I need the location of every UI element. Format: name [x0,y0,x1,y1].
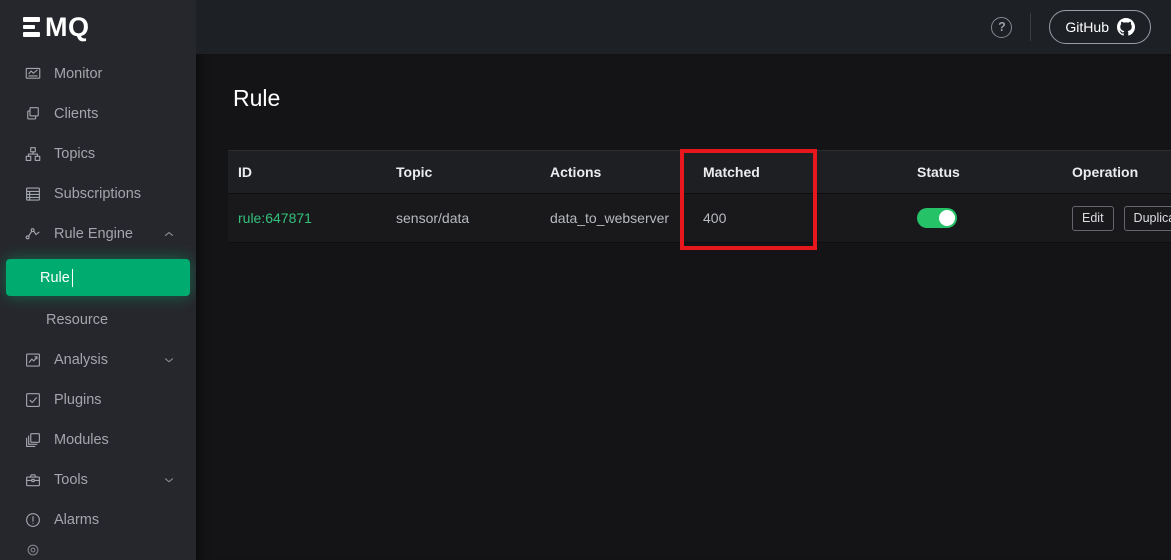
help-icon[interactable]: ? [991,17,1012,38]
sidebar-nav: Monitor Clients Topics Subscriptions [0,54,196,560]
sidebar-item-label: Clients [54,106,98,122]
sidebar-subitem-resource[interactable]: Resource [0,300,196,340]
chevron-down-icon [162,353,176,367]
chevron-down-icon [162,473,176,487]
modules-icon [24,431,42,449]
column-header-id: ID [228,164,386,180]
sidebar-item-subscriptions[interactable]: Subscriptions [0,174,196,214]
sidebar-subitem-label: Resource [46,312,108,328]
subscriptions-icon [24,185,42,203]
sidebar-item-label: Rule Engine [54,226,133,242]
edit-button[interactable]: Edit [1072,206,1114,231]
rule-topic-cell: sensor/data [386,210,540,226]
column-header-status: Status [907,164,1062,180]
column-header-operation: Operation [1062,164,1171,180]
emq-logo-icon [23,17,40,37]
chevron-up-icon [162,227,176,241]
rule-engine-icon [24,225,42,243]
topbar: ? GitHub [196,0,1171,54]
github-button-label: GitHub [1065,19,1109,35]
sidebar-item-topics[interactable]: Topics [0,134,196,174]
table-header-row: ID Topic Actions Matched Status Operatio… [228,150,1171,193]
sidebar-item-label: Tools [54,472,88,488]
plugins-icon [24,391,42,409]
tools-icon [24,471,42,489]
column-header-matched: Matched [693,164,907,180]
sidebar-item-label: Plugins [54,392,102,408]
sidebar-item-label: Modules [54,432,109,448]
github-button[interactable]: GitHub [1049,10,1151,44]
emq-logo[interactable]: MQ [0,0,196,54]
rule-operation-cell: Edit Duplicate [1062,206,1171,231]
sidebar-item-modules[interactable]: Modules [0,420,196,460]
sidebar-item-tools[interactable]: Tools [0,460,196,500]
toggle-knob [939,210,955,226]
operation-buttons: Edit Duplicate [1072,206,1171,231]
topbar-divider [1030,13,1031,41]
page-title: Rule [233,85,1171,112]
analysis-icon [24,351,42,369]
content: Rule ID Topic Actions Matched Status Ope… [196,54,1171,560]
rule-status-cell [907,208,1062,228]
rule-id-cell: rule:647871 [228,210,386,226]
rule-id-link[interactable]: rule:647871 [238,210,312,226]
sidebar-subitem-rule[interactable]: Rule [6,259,190,296]
sidebar-item-rule-engine[interactable]: Rule Engine [0,214,196,254]
gear-icon [24,541,42,559]
sidebar-item-alarms[interactable]: Alarms [0,500,196,540]
main-area: ? GitHub Rule ID Topic Actions Matched S… [196,0,1171,560]
duplicate-button[interactable]: Duplicate [1124,206,1171,231]
app-window: MQ Monitor Clients Topics [0,0,1171,560]
sidebar-item-partial[interactable] [0,540,196,560]
column-header-actions: Actions [540,164,693,180]
emq-logo-text: MQ [45,14,90,41]
monitor-icon [24,65,42,83]
sidebar-item-label: Alarms [54,512,99,528]
sidebar-item-label: Topics [54,146,95,162]
sidebar-subitem-label: Rule [40,270,70,286]
alarm-icon [24,511,42,529]
sidebar-item-plugins[interactable]: Plugins [0,380,196,420]
sidebar-subitem-rule-wrap: Rule [0,254,196,300]
status-toggle[interactable] [917,208,957,228]
sidebar-item-label: Analysis [54,352,108,368]
sidebar: MQ Monitor Clients Topics [0,0,196,560]
topics-icon [24,145,42,163]
rule-actions-cell: data_to_webserver [540,210,693,226]
rules-table: ID Topic Actions Matched Status Operatio… [228,150,1171,243]
sidebar-item-monitor[interactable]: Monitor [0,54,196,94]
rule-matched-cell: 400 [693,210,907,226]
column-header-topic: Topic [386,164,540,180]
text-cursor [72,269,74,287]
clients-icon [24,105,42,123]
sidebar-item-clients[interactable]: Clients [0,94,196,134]
table-row: rule:647871 sensor/data data_to_webserve… [228,193,1171,243]
sidebar-item-label: Monitor [54,66,102,82]
sidebar-item-label: Subscriptions [54,186,141,202]
github-icon [1117,18,1135,36]
sidebar-item-analysis[interactable]: Analysis [0,340,196,380]
